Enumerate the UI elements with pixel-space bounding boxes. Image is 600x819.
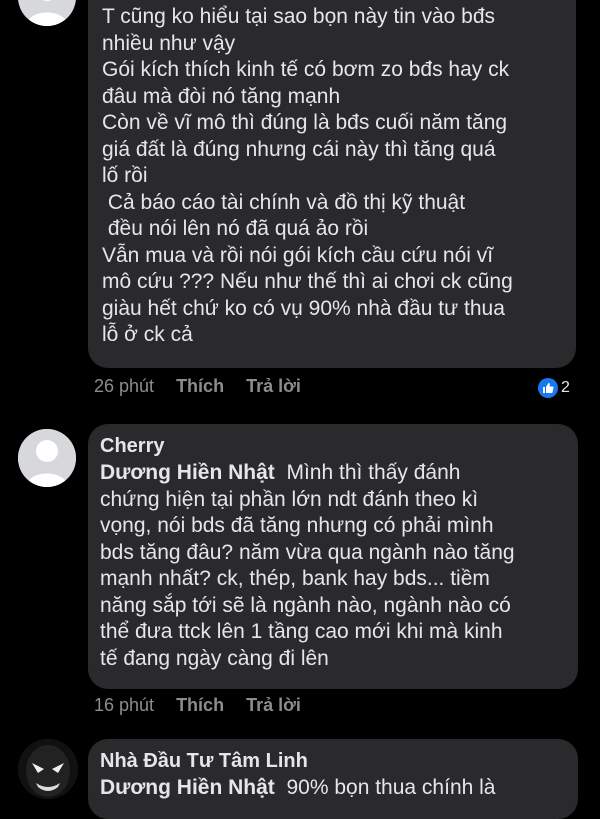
comment-3-mention[interactable]: Dương Hiền Nhật bbox=[100, 776, 275, 799]
default-avatar-icon bbox=[18, 429, 76, 487]
comment-1-text-line: đâu mà đòi nó tăng mạnh bbox=[102, 84, 341, 108]
comment-1-text-line: Vẫn mua và rồi nói gói kích cầu cứu nói … bbox=[102, 243, 494, 267]
comment-1-text-line: Gói kích thích kinh tế có bơm zo bđs hay… bbox=[102, 58, 510, 81]
comment-bubble-2: Cherry Dương Hiền Nhật Mình thì thấy đán… bbox=[88, 424, 578, 689]
default-avatar-icon bbox=[18, 0, 76, 26]
comment-bubble-1: T cũng ko hiểu tại sao bọn này tin vào b… bbox=[88, 0, 576, 368]
comment-1-text-line: nhiều như vậy bbox=[102, 31, 236, 55]
comment-1-reactions[interactable]: 2 bbox=[538, 378, 570, 398]
comment-2-text-line: chứng hiện tại phần lớn ndt đánh theo kì bbox=[100, 487, 479, 511]
comment-2-time[interactable]: 16 phút bbox=[94, 695, 154, 716]
comment-2-text-line: thể đưa ttck lên 1 tầng cao mới khi mà k… bbox=[100, 620, 503, 643]
comment-1-text-line: mô cứu ??? Nếu như thế thì ai chơi ck cũ… bbox=[102, 270, 513, 293]
comment-1-text-line: T cũng ko hiểu tại sao bọn này tin vào b… bbox=[102, 5, 496, 28]
comment-1-reply-button[interactable]: Trả lời bbox=[246, 376, 301, 397]
comment-3-body: Dương Hiền Nhật 90% bọn thua chính là bbox=[100, 775, 562, 802]
comment-2-text-line: mạnh nhất? ck, thép, bank hay bds... tiề… bbox=[100, 567, 490, 590]
comment-1-time[interactable]: 26 phút bbox=[94, 376, 154, 397]
comment-2-text-line: bds tăng đâu? năm vừa qua ngành nào tăng bbox=[100, 540, 515, 564]
comment-2-text-line: tế đang ngày càng đi lên bbox=[100, 646, 329, 670]
comment-1-like-button[interactable]: Thích bbox=[176, 376, 224, 397]
comment-2-first-line: Mình thì thấy đánh bbox=[286, 461, 461, 484]
comment-2-body: Dương Hiền Nhật Mình thì thấy đánh chứng … bbox=[100, 460, 562, 672]
comment-1-text-line: Còn về vĩ mô thì đúng là bđs cuối năm tă… bbox=[102, 111, 508, 134]
comment-2-text-line: vọng, nói bds đã tăng nhưng có phải mình bbox=[100, 514, 494, 537]
venom-avatar-icon bbox=[18, 739, 78, 799]
comment-2-reply-button[interactable]: Trả lời bbox=[246, 695, 301, 716]
comment-2-actions: 16 phút Thích Trả lời bbox=[94, 695, 301, 716]
comment-1-text-line: đều nói lên nó đã quá ảo rồi bbox=[102, 217, 369, 240]
comment-1-actions: 26 phút Thích Trả lời bbox=[94, 376, 301, 397]
comment-2-like-button[interactable]: Thích bbox=[176, 695, 224, 716]
comment-3-first-line: 90% bọn thua chính là bbox=[286, 776, 496, 799]
comment-1-reaction-count: 2 bbox=[561, 379, 570, 396]
avatar-comment-3[interactable] bbox=[18, 739, 78, 799]
comment-1-text-line: giàu hết chứ ko có vụ 90% nhà đầu tư thu… bbox=[102, 296, 505, 320]
thumbs-up-icon bbox=[538, 378, 558, 398]
comment-3-author[interactable]: Nhà Đầu Tư Tâm Linh bbox=[100, 747, 562, 775]
comment-1-text-line: lố rồi bbox=[102, 164, 148, 187]
comment-2-text-line: năng sắp tới sẽ là ngành nào, ngành nào … bbox=[100, 593, 511, 617]
comment-1-text-line: lỗ ở ck cả bbox=[102, 323, 193, 346]
comment-1-body: T cũng ko hiểu tại sao bọn này tin vào b… bbox=[102, 4, 560, 349]
comment-bubble-3: Nhà Đầu Tư Tâm Linh Dương Hiền Nhật 90% … bbox=[88, 739, 578, 819]
comment-1-text-line: giá đất là đúng nhưng cái này thì tăng q… bbox=[102, 137, 496, 161]
comment-2-mention[interactable]: Dương Hiền Nhật bbox=[100, 461, 275, 484]
comment-2-author[interactable]: Cherry bbox=[100, 432, 562, 460]
comment-1-text-line: Cả báo cáo tài chính và đồ thị kỹ thuật bbox=[102, 190, 466, 214]
avatar-comment-2[interactable] bbox=[18, 429, 76, 487]
avatar-comment-1[interactable] bbox=[18, 0, 76, 26]
